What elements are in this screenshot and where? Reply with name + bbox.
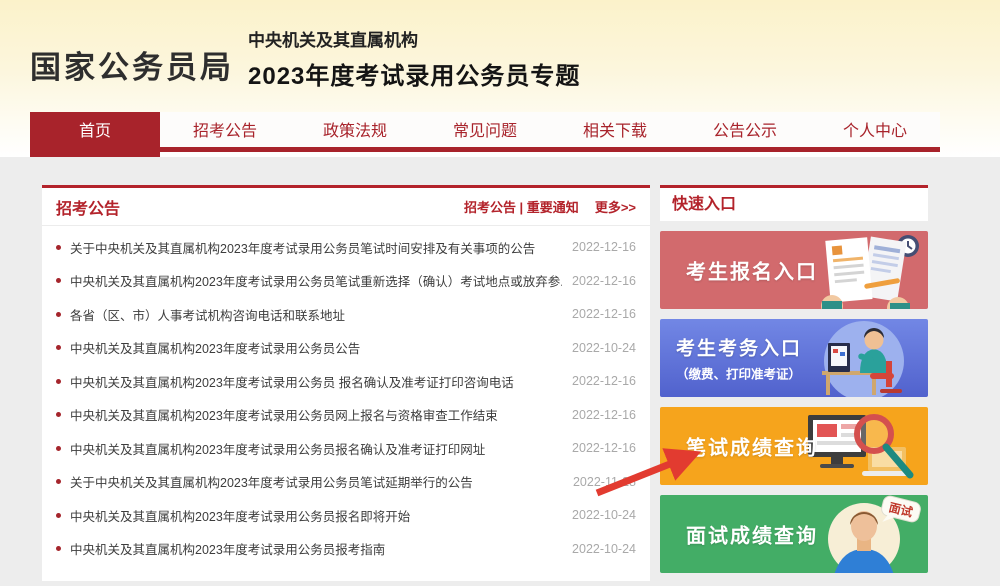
quick-entry-panel: 快速入口 考生报名入口 (660, 185, 928, 573)
interview-score-query-label: 面试成绩查询 (686, 520, 818, 549)
announcements-list: 关于中央机关及其直属机构2023年度考试录用公务员笔试时间安排及有关事项的公告 … (42, 226, 650, 572)
header-titles: 中央机关及其直属机构 2023年度考试录用公务员专题 (248, 26, 580, 91)
bullet-dot-icon (56, 513, 61, 518)
announcement-link[interactable]: 中央机关及其直属机构2023年度考试录用公务员报名确认及准考证打印网址 (70, 439, 562, 458)
list-item[interactable]: 中央机关及其直属机构2023年度考试录用公务员报名确认及准考证打印网址 2022… (56, 433, 636, 463)
announcement-date: 2022-12-16 (572, 307, 636, 321)
list-item[interactable]: 关于中央机关及其直属机构2023年度考试录用公务员笔试延期举行的公告 2022-… (56, 467, 636, 497)
tab-public-notices[interactable]: 公告公示 (680, 112, 810, 152)
announcements-filter-links[interactable]: 招考公告 | 重要通知 (464, 197, 579, 216)
announcement-link[interactable]: 关于中央机关及其直属机构2023年度考试录用公务员笔试时间安排及有关事项的公告 (70, 238, 562, 257)
list-item[interactable]: 中央机关及其直属机构2023年度考试录用公务员网上报名与资格审查工作结束 202… (56, 400, 636, 430)
announcement-date: 2022-10-24 (572, 341, 636, 355)
list-item[interactable]: 中央机关及其直属机构2023年度考试录用公务员报考指南 2022-10-24 (56, 534, 636, 564)
announcement-link[interactable]: 中央机关及其直属机构2023年度考试录用公务员网上报名与资格审查工作结束 (70, 405, 562, 424)
list-item[interactable]: 各省（区、市）人事考试机构咨询电话和联系地址 2022-12-16 (56, 299, 636, 329)
tab-announcements[interactable]: 招考公告 (160, 112, 290, 152)
announcement-link[interactable]: 中央机关及其直属机构2023年度考试录用公务员报名即将开始 (70, 506, 562, 525)
announcement-link[interactable]: 关于中央机关及其直属机构2023年度考试录用公务员笔试延期举行的公告 (70, 472, 563, 491)
candidate-exam-affairs-entry-button[interactable]: 考生考务入口 （缴费、打印准考证） (660, 319, 928, 397)
bullet-dot-icon (56, 412, 61, 417)
candidate-registration-entry-button[interactable]: 考生报名入口 (660, 231, 928, 309)
announcement-date: 2022-12-16 (572, 408, 636, 422)
org-line: 中央机关及其直属机构 (248, 26, 580, 51)
bullet-dot-icon (56, 379, 61, 384)
announcement-link[interactable]: 中央机关及其直属机构2023年度考试录用公务员公告 (70, 338, 562, 357)
more-link[interactable]: 更多>> (595, 197, 636, 216)
tab-faq[interactable]: 常见问题 (420, 112, 550, 152)
list-item[interactable]: 中央机关及其直属机构2023年度考试录用公务员报名即将开始 2022-10-24 (56, 500, 636, 530)
tab-downloads[interactable]: 相关下载 (550, 112, 680, 152)
bullet-dot-icon (56, 278, 61, 283)
written-test-score-query-label: 笔试成绩查询 (686, 432, 818, 461)
announcement-date: 2022-10-24 (572, 542, 636, 556)
bullet-dot-icon (56, 546, 61, 551)
site-logo: 国家公务员局 (30, 42, 234, 87)
list-item[interactable]: 中央机关及其直属机构2023年度考试录用公务员笔试重新选择（确认）考试地点或放弃… (56, 266, 636, 296)
announcement-link[interactable]: 中央机关及其直属机构2023年度考试录用公务员报考指南 (70, 539, 562, 558)
exam-affairs-main-label: 考生考务入口 (676, 334, 802, 361)
announcements-title: 招考公告 (56, 195, 120, 219)
announcement-link[interactable]: 中央机关及其直属机构2023年度考试录用公务员 报名确认及准考证打印咨询电话 (70, 372, 562, 391)
quick-entry-title: 快速入口 (660, 185, 928, 221)
tab-policies[interactable]: 政策法规 (290, 112, 420, 152)
announcements-header: 招考公告 招考公告 | 重要通知 更多>> (42, 188, 650, 226)
list-item[interactable]: 中央机关及其直属机构2023年度考试录用公务员公告 2022-10-24 (56, 333, 636, 363)
tab-home[interactable]: 首页 (30, 112, 160, 157)
announcement-date: 2022-12-16 (572, 240, 636, 254)
bullet-dot-icon (56, 345, 61, 350)
candidate-registration-entry-label: 考生报名入口 (686, 256, 818, 285)
exam-affairs-sub-label: （缴费、打印准考证） (676, 364, 802, 383)
announcement-date: 2022-12-16 (572, 441, 636, 455)
bullet-dot-icon (56, 312, 61, 317)
interview-score-query-button[interactable]: 面试成绩查询 面试 (660, 495, 928, 573)
page: 国家公务员局 中央机关及其直属机构 2023年度考试录用公务员专题 首页 招考公… (0, 0, 1000, 586)
main-nav: 首页 招考公告 政策法规 常见问题 相关下载 公告公示 个人中心 (30, 112, 940, 152)
bullet-dot-icon (56, 446, 61, 451)
list-item[interactable]: 关于中央机关及其直属机构2023年度考试录用公务员笔试时间安排及有关事项的公告 … (56, 232, 636, 262)
announcement-date: 2022-12-16 (572, 374, 636, 388)
announcement-link[interactable]: 各省（区、市）人事考试机构咨询电话和联系地址 (70, 305, 562, 324)
written-test-score-query-button[interactable]: 笔试成绩查询 (660, 407, 928, 485)
announcement-date: 2022-10-24 (572, 508, 636, 522)
announcement-link[interactable]: 中央机关及其直属机构2023年度考试录用公务员笔试重新选择（确认）考试地点或放弃… (70, 271, 562, 290)
announcements-header-links: 招考公告 | 重要通知 更多>> (464, 197, 636, 216)
list-item[interactable]: 中央机关及其直属机构2023年度考试录用公务员 报名确认及准考证打印咨询电话 2… (56, 366, 636, 396)
bullet-dot-icon (56, 245, 61, 250)
tab-personal-center[interactable]: 个人中心 (810, 112, 940, 152)
bullet-dot-icon (56, 479, 61, 484)
announcement-date: 2022-12-16 (572, 274, 636, 288)
announcements-panel: 招考公告 招考公告 | 重要通知 更多>> 关于中央机关及其直属机构2023年度… (42, 185, 650, 581)
announcement-date: 2022-11-28 (573, 475, 636, 489)
page-title: 2023年度考试录用公务员专题 (248, 56, 580, 91)
candidate-exam-affairs-entry-label: 考生考务入口 （缴费、打印准考证） (676, 334, 802, 383)
